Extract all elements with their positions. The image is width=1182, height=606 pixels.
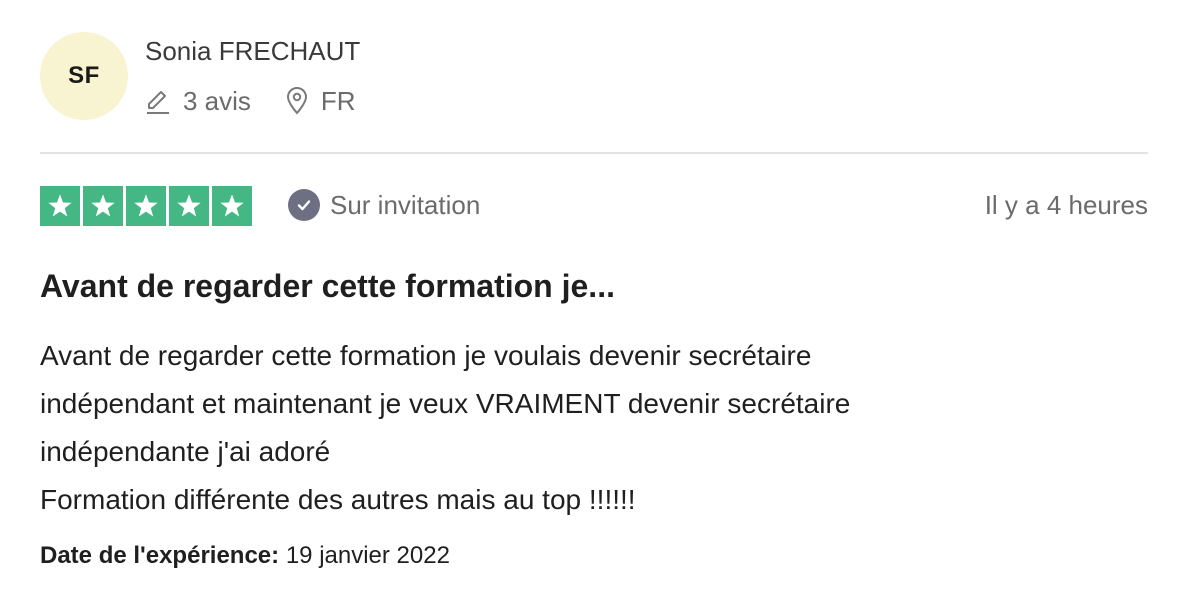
- experience-date: Date de l'expérience: 19 janvier 2022: [40, 542, 450, 570]
- review-count-text: 3 avis: [183, 85, 251, 116]
- divider: [40, 152, 1148, 154]
- experience-date-value: 19 janvier 2022: [285, 542, 450, 569]
- reviewer-name[interactable]: Sonia FRECHAUT: [145, 36, 360, 67]
- review-card: SF Sonia FRECHAUT 3 avis FR Sur invitati…: [0, 0, 1182, 606]
- avatar[interactable]: SF: [40, 32, 128, 120]
- review-body-line: indépendant et maintenant je veux VRAIME…: [40, 388, 851, 419]
- star-icon: [40, 186, 80, 226]
- review-body-line: Formation différente des autres mais au …: [40, 484, 636, 515]
- avatar-initials: SF: [68, 62, 100, 89]
- review-time: Il y a 4 heures: [984, 190, 1148, 220]
- invitation-badge[interactable]: Sur invitation: [288, 189, 480, 221]
- country-text: FR: [320, 85, 356, 116]
- review-body: Avant de regarder cette formation je vou…: [40, 332, 1140, 524]
- reviewer-country: FR: [285, 86, 356, 117]
- reviewer-meta: 3 avis FR: [145, 84, 356, 118]
- review-count: 3 avis: [145, 86, 251, 117]
- star-rating: [40, 186, 252, 226]
- review-title[interactable]: Avant de regarder cette formation je...: [40, 268, 615, 305]
- star-icon: [212, 186, 252, 226]
- experience-label: Date de l'expérience:: [40, 542, 280, 569]
- review-body-line: indépendante j'ai adoré: [40, 436, 331, 467]
- invitation-label: Sur invitation: [330, 189, 481, 220]
- review-body-line: Avant de regarder cette formation je vou…: [40, 340, 812, 371]
- location-pin-icon: [285, 87, 309, 115]
- star-icon: [169, 186, 209, 226]
- pencil-icon: [145, 87, 171, 115]
- check-circle-icon: [288, 189, 320, 221]
- star-icon: [83, 186, 123, 226]
- star-icon: [126, 186, 166, 226]
